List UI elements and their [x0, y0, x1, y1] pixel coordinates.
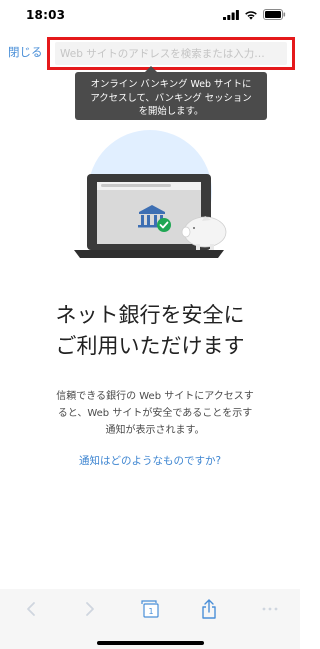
notification-info-link[interactable]: 通知はどのようなものですか? — [0, 453, 300, 468]
battery-icon — [263, 9, 286, 20]
description-line: 信頼できる銀行の Web サイトにアクセスす — [56, 391, 254, 402]
tabs-button[interactable]: 1 — [136, 595, 164, 623]
more-icon — [262, 607, 278, 611]
tabs-icon: 1 — [141, 600, 159, 618]
chevron-right-icon — [86, 602, 94, 616]
tooltip-line: アクセスして、バンキング セッション — [90, 92, 252, 104]
forward-button[interactable] — [76, 595, 104, 623]
status-icons — [223, 9, 286, 20]
chevron-left-icon — [27, 602, 35, 616]
wifi-icon — [245, 10, 257, 20]
url-field-highlight: Web サイトのアドレスを検索または入力… — [47, 37, 295, 70]
status-time: 18:03 — [26, 8, 66, 22]
tooltip-line: を開始します。 — [138, 106, 204, 117]
address-bar: 閉じる Web サイトのアドレスを検索または入力… — [0, 34, 300, 70]
description-line: 通知が表示されます。 — [105, 425, 205, 436]
secure-banking-illustration — [74, 130, 227, 258]
cellular-signal-icon — [223, 9, 239, 20]
share-button[interactable] — [195, 595, 223, 623]
description: 信頼できる銀行の Web サイトにアクセスす ると、Web サイトが安全であるこ… — [52, 388, 258, 439]
home-indicator — [97, 641, 204, 645]
status-bar: 18:03 — [0, 0, 300, 34]
url-input[interactable]: Web サイトのアドレスを検索または入力… — [55, 42, 287, 65]
bottom-toolbar: 1 — [0, 589, 300, 649]
share-icon — [202, 599, 216, 619]
headline-line: ご利用いただけます — [55, 334, 245, 358]
close-button[interactable]: 閉じる — [8, 44, 43, 60]
check-icon — [157, 218, 171, 232]
headline-line: ネット銀行を安全に — [55, 303, 245, 327]
back-button[interactable] — [17, 595, 45, 623]
tooltip: オンライン バンキング Web サイトに アクセスして、バンキング セッション … — [75, 72, 267, 120]
headline: ネット銀行を安全に ご利用いただけます — [0, 300, 300, 362]
tooltip-line: オンライン バンキング Web サイトに — [90, 79, 252, 90]
laptop-base-icon — [74, 250, 224, 258]
tab-count: 1 — [148, 607, 153, 616]
description-line: ると、Web サイトが安全であることを示す — [57, 408, 253, 419]
more-button[interactable] — [256, 595, 284, 623]
